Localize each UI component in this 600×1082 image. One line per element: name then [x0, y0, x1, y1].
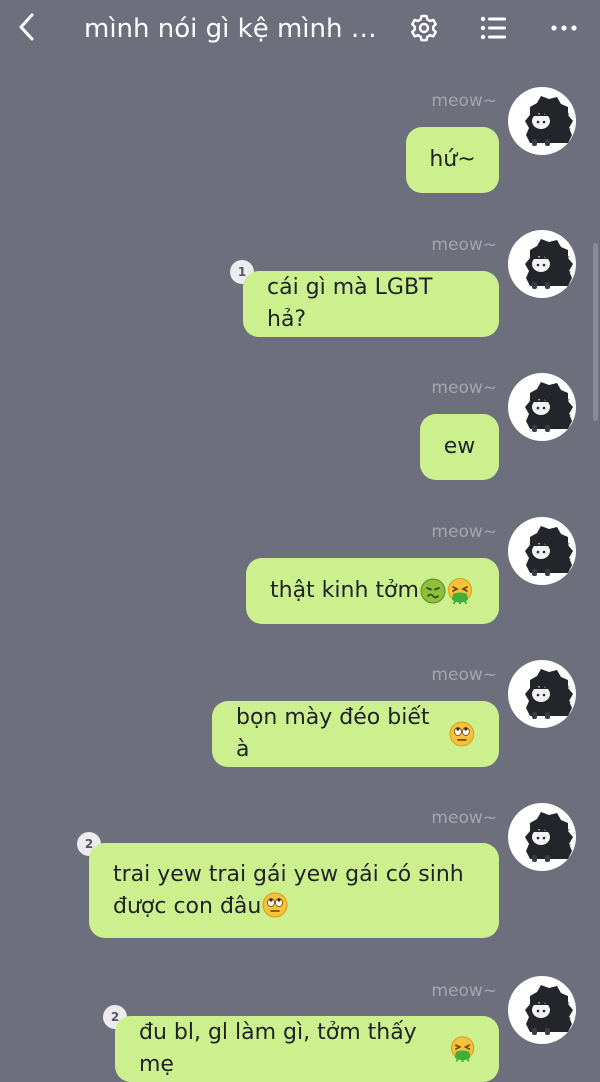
chat-title: mình nói gì kệ mình nh...: [84, 14, 389, 44]
message-bubble[interactable]: trai yew trai gái yew gái có sinh được c…: [89, 843, 499, 938]
list-icon: [480, 16, 506, 40]
vomiting-face-emoji-icon: [450, 1036, 475, 1062]
sender-name: meow~: [431, 522, 497, 542]
sender-name: meow~: [431, 665, 497, 685]
message-text-line-2: được con đâu: [113, 891, 289, 923]
menu-button[interactable]: [476, 10, 512, 46]
avatar[interactable]: [508, 230, 576, 298]
sender-name: meow~: [431, 378, 497, 398]
message-text: ew: [443, 434, 476, 459]
chevron-left-icon: [19, 13, 34, 41]
message-bubble[interactable]: cái gì mà LGBT hả?: [243, 271, 499, 337]
avatar[interactable]: [508, 373, 576, 441]
more-options-button[interactable]: [546, 10, 582, 46]
settings-button[interactable]: [406, 10, 442, 46]
message-bubble[interactable]: bọn mày đéo biết à: [212, 701, 499, 767]
message-text: đu bl, gl làm gì, tởm thấy mẹ: [139, 1020, 417, 1077]
message-text: được con đâu: [113, 894, 262, 919]
message-text: hứ~: [429, 147, 476, 172]
avatar[interactable]: [508, 803, 576, 871]
eye-roll-face-emoji-icon: [262, 892, 289, 918]
vomiting-face-emoji-icon: [447, 578, 473, 604]
message-bubble[interactable]: ew: [420, 414, 499, 480]
nauseated-face-emoji-icon: [420, 578, 446, 604]
avatar[interactable]: [508, 660, 576, 728]
message-text: thật kinh tởm: [270, 578, 419, 603]
message-list[interactable]: meow~ hứ~ meow~ 1 cái gì mà LGBT hả? meo…: [0, 58, 600, 1082]
sender-name: meow~: [431, 235, 497, 255]
more-horizontal-icon: [551, 25, 577, 31]
eye-roll-face-emoji-icon: [449, 721, 475, 747]
message-text: bọn mày đéo biết à: [236, 705, 430, 762]
avatar[interactable]: [508, 87, 576, 155]
message-text-line: trai yew trai gái yew gái có sinh: [113, 862, 464, 887]
sender-name: meow~: [431, 91, 497, 111]
message-bubble[interactable]: thật kinh tởm: [246, 558, 499, 624]
sender-name: meow~: [431, 808, 497, 828]
scrollbar[interactable]: [593, 243, 598, 421]
avatar[interactable]: [508, 976, 576, 1044]
message-text: cái gì mà LGBT hả?: [267, 275, 433, 332]
message-bubble[interactable]: hứ~: [406, 127, 499, 193]
back-button[interactable]: [10, 10, 44, 44]
sender-name: meow~: [431, 981, 497, 1001]
message-bubble[interactable]: đu bl, gl làm gì, tởm thấy mẹ: [115, 1016, 499, 1082]
avatar[interactable]: [508, 517, 576, 585]
top-bar: mình nói gì kệ mình nh...: [0, 0, 600, 58]
gear-icon: [411, 14, 437, 42]
